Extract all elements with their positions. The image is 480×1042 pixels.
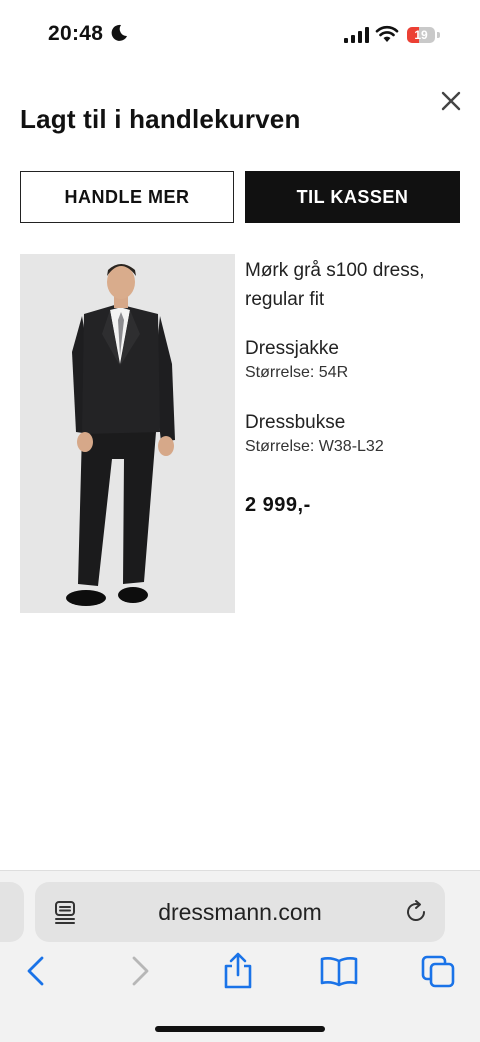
product-item-jacket: Dressjakke Størrelse: 54R [245,336,348,384]
battery-icon: 19 [407,27,435,43]
product-item-trousers: Dressbukse Størrelse: W38-L32 [245,410,384,458]
battery-level: 19 [414,28,428,42]
back-icon[interactable] [24,955,48,987]
item-name: Dressjakke [245,338,339,359]
share-icon[interactable] [222,951,254,989]
close-icon[interactable] [436,86,466,116]
address-bar[interactable]: dressmann.com [35,882,445,942]
modal-title: Lagt til i handlekurven [20,104,301,134]
continue-shopping-button[interactable]: HANDLE MER [20,171,234,223]
moon-icon [111,24,127,41]
product-name: Mørk grå s100 dress, regular fit [245,260,425,310]
reload-icon[interactable] [403,899,429,925]
item-size: Størrelse: W38-L32 [245,438,384,455]
signal-icon [344,27,369,43]
tabs-icon[interactable] [420,955,456,989]
home-indicator [155,1026,325,1032]
forward-icon[interactable] [128,955,152,987]
product-price: 2 999,- [245,494,311,516]
bookmarks-icon[interactable] [319,955,359,987]
item-size: Størrelse: 54R [245,364,349,381]
product-image [20,254,235,613]
previous-tab-preview[interactable] [0,882,24,942]
browser-toolbar: dressmann.com [0,870,480,1042]
url-text[interactable]: dressmann.com [35,899,445,926]
battery-tip [437,32,440,38]
checkout-button[interactable]: TIL KASSEN [245,171,460,223]
status-bar: 20:48 19 [0,0,480,70]
status-time: 20:48 [48,22,104,45]
item-name: Dressbukse [245,412,346,433]
wifi-icon [375,25,399,42]
